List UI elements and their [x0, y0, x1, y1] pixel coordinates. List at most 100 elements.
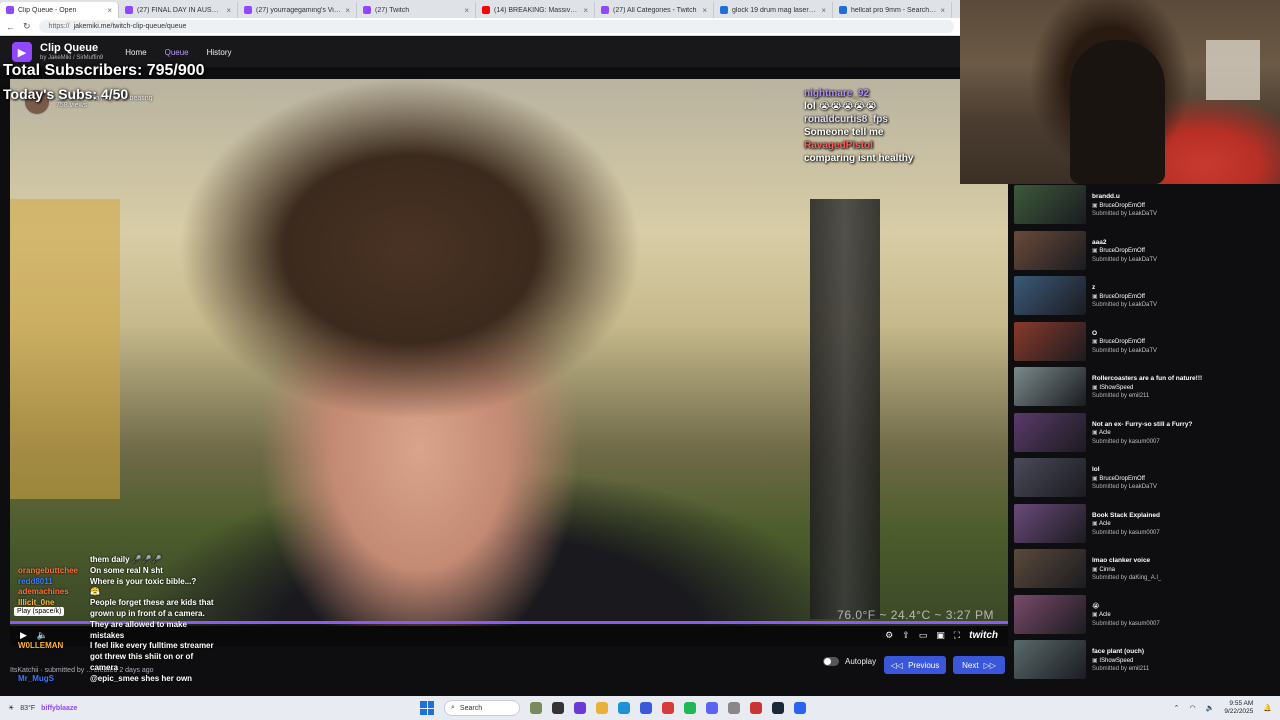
url-field[interactable]: https:// jakemiki.me/twitch-clip-queue/q…	[38, 20, 954, 33]
notifications-icon[interactable]: 🔔	[1263, 704, 1272, 712]
nav-history[interactable]: History	[207, 48, 232, 57]
browser-tab[interactable]: (27) FINAL DAY IN AUSTIN... LAST×	[119, 2, 238, 18]
close-tab-icon[interactable]: ×	[583, 6, 588, 15]
close-tab-icon[interactable]: ×	[702, 6, 707, 15]
settings-icon[interactable]	[728, 702, 740, 714]
nav-home[interactable]: Home	[125, 48, 146, 57]
task-view-icon[interactable]	[552, 702, 564, 714]
weather-icon[interactable]: ☀	[8, 704, 14, 712]
browser-icon[interactable]	[794, 702, 806, 714]
widgets-icon[interactable]	[530, 702, 542, 714]
chat-message: comparing isnt healthy	[804, 153, 914, 164]
autoplay-control[interactable]: Autoplay	[823, 657, 876, 666]
queue-thumbnail	[1014, 549, 1086, 588]
autoplay-toggle[interactable]	[823, 657, 839, 666]
edge-icon[interactable]	[618, 702, 630, 714]
queue-item[interactable]: Not an ex- Furry-so still a Furry? ▣ Acle…	[1014, 412, 1276, 454]
twitch-logo[interactable]: twitch	[969, 630, 998, 641]
windows-start-icon[interactable]	[420, 701, 434, 715]
browser-tab[interactable]: (27) yourragegaming's Videos - Tw×	[238, 2, 357, 18]
tab-title: (14) BREAKING: Massive Developm	[494, 6, 579, 14]
queue-meta: lol ▣ BruceDropEmOff Submitted by LeakDaTV	[1092, 458, 1157, 499]
queue-item[interactable]: lol ▣ BruceDropEmOff Submitted by LeakDaTV	[1014, 458, 1276, 499]
fast-forward-icon: ▷▷	[983, 660, 996, 670]
search-icon: ⌕	[451, 704, 455, 711]
browser-tab[interactable]: (27) Twitch ×	[357, 2, 476, 18]
queue-item[interactable]: Book Stack Explained ▣ Acle Submitted by k…	[1014, 503, 1276, 545]
tab-favicon-icon	[601, 6, 609, 14]
wifi-icon[interactable]: ◠	[1190, 704, 1196, 712]
queue-broadcaster: ▣ BruceDropEmOff	[1092, 475, 1145, 482]
steam-icon[interactable]	[772, 702, 784, 714]
queue-title: Rollercoasters are a fun of nature!!!	[1092, 375, 1203, 383]
close-tab-icon[interactable]: ×	[821, 6, 826, 15]
spotify-icon[interactable]	[684, 702, 696, 714]
close-tab-icon[interactable]: ×	[345, 6, 350, 15]
file-explorer-icon[interactable]	[596, 702, 608, 714]
close-tab-icon[interactable]: ×	[226, 6, 231, 15]
app-title: Clip Queue	[40, 42, 99, 55]
browser-tab[interactable]: (27) All Categories - Twitch ×	[595, 2, 714, 18]
queue-item[interactable]: z ▣ BruceDropEmOff Submitted by LeakDaTV	[1014, 276, 1276, 317]
close-tab-icon[interactable]: ×	[107, 6, 112, 15]
settings-gear-icon[interactable]: ⚙	[885, 630, 893, 641]
close-tab-icon[interactable]: ×	[940, 6, 945, 15]
browser-tab[interactable]: hellcat pro 9mm - Search Images ×	[833, 2, 952, 18]
system-tray: ⌃ ◠ 🔉 9:55 AM 9/22/2025 🔔	[1174, 696, 1272, 720]
address-bar: ← ↻ https:// jakemiki.me/twitch-clip-que…	[0, 18, 960, 36]
queue-item[interactable]: brandd.u ▣ BruceDropEmOff Submitted by Lea…	[1014, 185, 1276, 226]
queue-item[interactable]: face plant (ouch) ▣ IShowSpeed Submitted b…	[1014, 640, 1276, 681]
nav-queue[interactable]: Queue	[165, 48, 189, 57]
queue-meta: O ▣ BruceDropEmOff Submitted by LeakDaTV	[1092, 322, 1157, 363]
chat-message: @epic_smee shes her own	[90, 673, 193, 683]
share-icon[interactable]: ⇪	[902, 630, 910, 641]
search-label: Search	[459, 704, 483, 712]
browser-tab[interactable]: glock 19 drum mag laser - Search ×	[714, 2, 833, 18]
discord-icon[interactable]	[706, 702, 718, 714]
taskbar-left: ☀ 83°F biffyblaaze	[0, 704, 420, 713]
fullscreen-icon[interactable]: ⛶	[954, 630, 960, 641]
pip-icon[interactable]: ▣	[936, 630, 945, 641]
reload-icon[interactable]: ↻	[23, 21, 31, 32]
browser-tab[interactable]: (14) BREAKING: Massive Developm ×	[476, 2, 595, 18]
queue-item[interactable]: 😭 ▣ Acle Submitted by kasum0007	[1014, 594, 1276, 636]
store-icon[interactable]	[640, 702, 652, 714]
volume-tray-icon[interactable]: 🔉	[1206, 704, 1215, 712]
obs-icon[interactable]	[750, 702, 762, 714]
queue-thumbnail	[1014, 276, 1086, 315]
browser-tab[interactable]: Clip Queue - Open ×	[0, 2, 119, 18]
chat-username: nightmare_92	[804, 88, 870, 99]
queue-submitter: Submitted by emil211	[1092, 393, 1150, 400]
chat-line: ronaldcurtis8_fps	[804, 113, 913, 126]
chrome-icon[interactable]	[662, 702, 674, 714]
clock-date: 9/22/2025	[1224, 708, 1254, 715]
close-tab-icon[interactable]: ×	[464, 6, 469, 15]
chat-username: Illicit_0ne	[18, 598, 55, 608]
chat-username: Mr_MugS	[18, 673, 54, 683]
tray-chevron-icon[interactable]: ⌃	[1174, 704, 1180, 712]
next-button[interactable]: Next ▷▷	[953, 656, 1005, 674]
taskbar-search[interactable]: ⌕ Search	[444, 700, 520, 716]
queue-submitter: Submitted by emil211	[1092, 666, 1150, 673]
previous-button[interactable]: ◁◁ Previous	[884, 656, 946, 674]
clip-video-player[interactable]: Itskatchii · Playing dust beating 758 vi…	[10, 79, 1008, 626]
queue-item[interactable]: lmao clanker voice ▣ Cinna Submitted by da…	[1014, 549, 1276, 590]
clip-queue-list[interactable]: brandd.u ▣ BruceDropEmOff Submitted by Lea…	[1008, 184, 1280, 692]
theatre-mode-icon[interactable]: ▭	[919, 630, 928, 641]
queue-item[interactable]: aaa2 ▣ BruceDropEmOff Submitted by LeakDaT…	[1014, 230, 1276, 272]
queue-item[interactable]: O ▣ BruceDropEmOff Submitted by LeakDaTV	[1014, 321, 1276, 363]
queue-submitter: Submitted by LeakDaTV	[1092, 211, 1158, 218]
weather-overlay: 76.0°F ~ 24.4°C ~ 3:27 PM	[837, 608, 994, 622]
system-clock[interactable]: 9:55 AM 9/22/2025	[1224, 700, 1253, 717]
tab-favicon-icon	[6, 6, 14, 14]
chat-line: orangebuttchee On some real N sht	[18, 566, 218, 577]
autoplay-label: Autoplay	[845, 657, 877, 666]
queue-broadcaster: ▣ BruceDropEmOff	[1092, 339, 1145, 346]
back-icon[interactable]: ←	[6, 22, 15, 32]
chat-username: redd8011	[18, 576, 53, 586]
tab-favicon-icon	[125, 6, 133, 14]
chat-line: redd8011 Where is your toxic bible...?	[18, 577, 218, 588]
url-text: jakemiki.me/twitch-clip-queue/queue	[73, 23, 187, 30]
copilot-icon[interactable]	[574, 702, 586, 714]
queue-item[interactable]: Rollercoasters are a fun of nature!!! ▣ I…	[1014, 367, 1276, 408]
